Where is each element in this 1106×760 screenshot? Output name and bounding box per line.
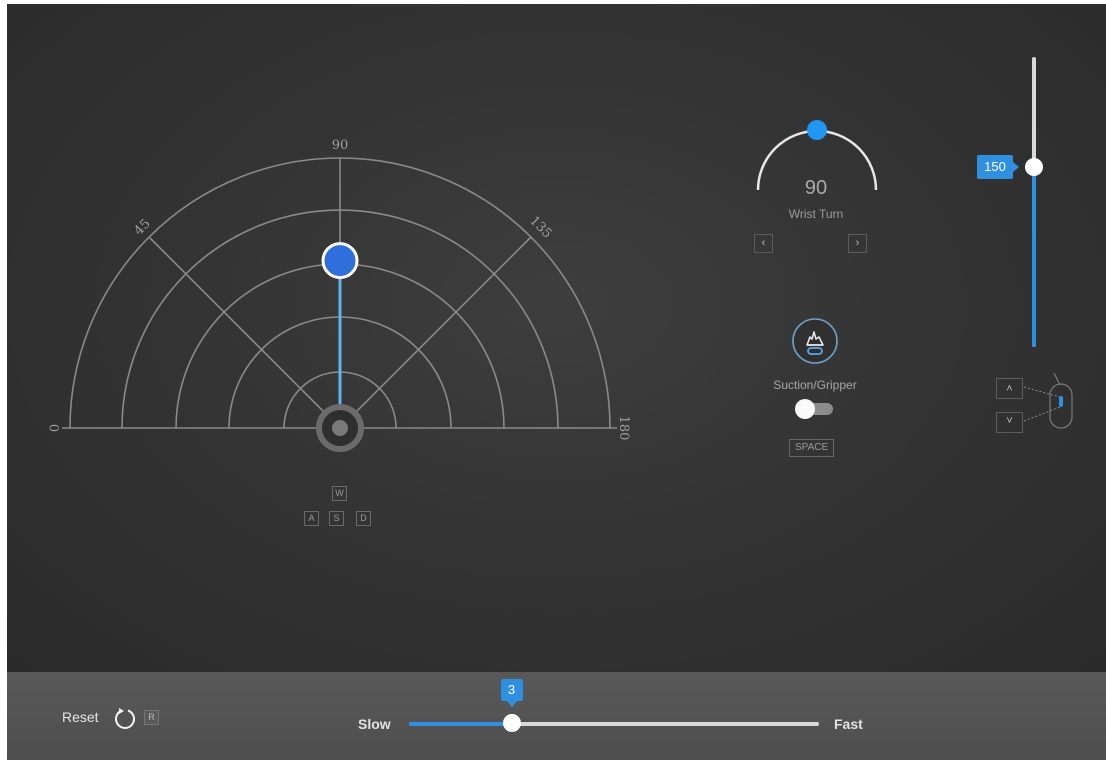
key-r: R <box>144 710 159 725</box>
speed-slider-fill <box>409 722 512 726</box>
height-down-button[interactable]: ˅ <box>996 412 1023 433</box>
speed-slider-handle[interactable] <box>502 714 521 732</box>
arm-position-handle[interactable] <box>321 242 359 280</box>
key-s: S <box>329 511 344 526</box>
key-a: A <box>304 511 319 526</box>
speed-value-badge: 3 <box>500 679 523 707</box>
arm-base-inner <box>332 420 348 436</box>
height-up-button[interactable]: ˄ <box>996 378 1023 399</box>
wrist-label: Wrist Turn <box>788 207 844 221</box>
height-slider-handle[interactable] <box>1025 158 1043 177</box>
radar-spoke-45 <box>148 236 341 429</box>
speed-slow-label: Slow <box>358 716 391 732</box>
wrist-right-button[interactable]: › <box>848 234 867 253</box>
key-d: D <box>356 511 371 526</box>
control-stage: 90 45 135 0 180 W A S D 90 Wrist Turn ‹ … <box>7 4 1106 672</box>
radar-tick-0: 0 <box>48 424 63 432</box>
reset-label[interactable]: Reset <box>62 709 99 725</box>
wrist-value: 90 <box>804 177 828 199</box>
wrist-left-button[interactable]: ‹ <box>754 234 773 253</box>
radar-spoke-135 <box>339 236 532 429</box>
bottom-toolbar: Reset R Slow Fast 3 <box>7 672 1106 760</box>
radar-tick-90: 90 <box>332 138 349 153</box>
key-w: W <box>332 486 347 501</box>
mouse-scroll-icon <box>1023 371 1076 431</box>
key-space: SPACE <box>789 439 835 457</box>
gripper-toggle[interactable] <box>793 398 839 420</box>
radar-tick-180: 180 <box>616 416 631 441</box>
wrist-dial-handle[interactable] <box>807 120 827 140</box>
gripper-toggle-knob <box>795 399 815 419</box>
height-slider-fill <box>1032 167 1036 347</box>
gripper-hand-icon[interactable] <box>791 317 839 365</box>
rotate-ccw-icon[interactable] <box>113 706 137 730</box>
gripper-label: Suction/Gripper <box>773 378 857 392</box>
robot-arm-control-panel: 90 45 135 0 180 W A S D 90 Wrist Turn ‹ … <box>7 4 1106 760</box>
height-value-badge: 150 <box>977 155 1019 180</box>
speed-fast-label: Fast <box>834 716 863 732</box>
